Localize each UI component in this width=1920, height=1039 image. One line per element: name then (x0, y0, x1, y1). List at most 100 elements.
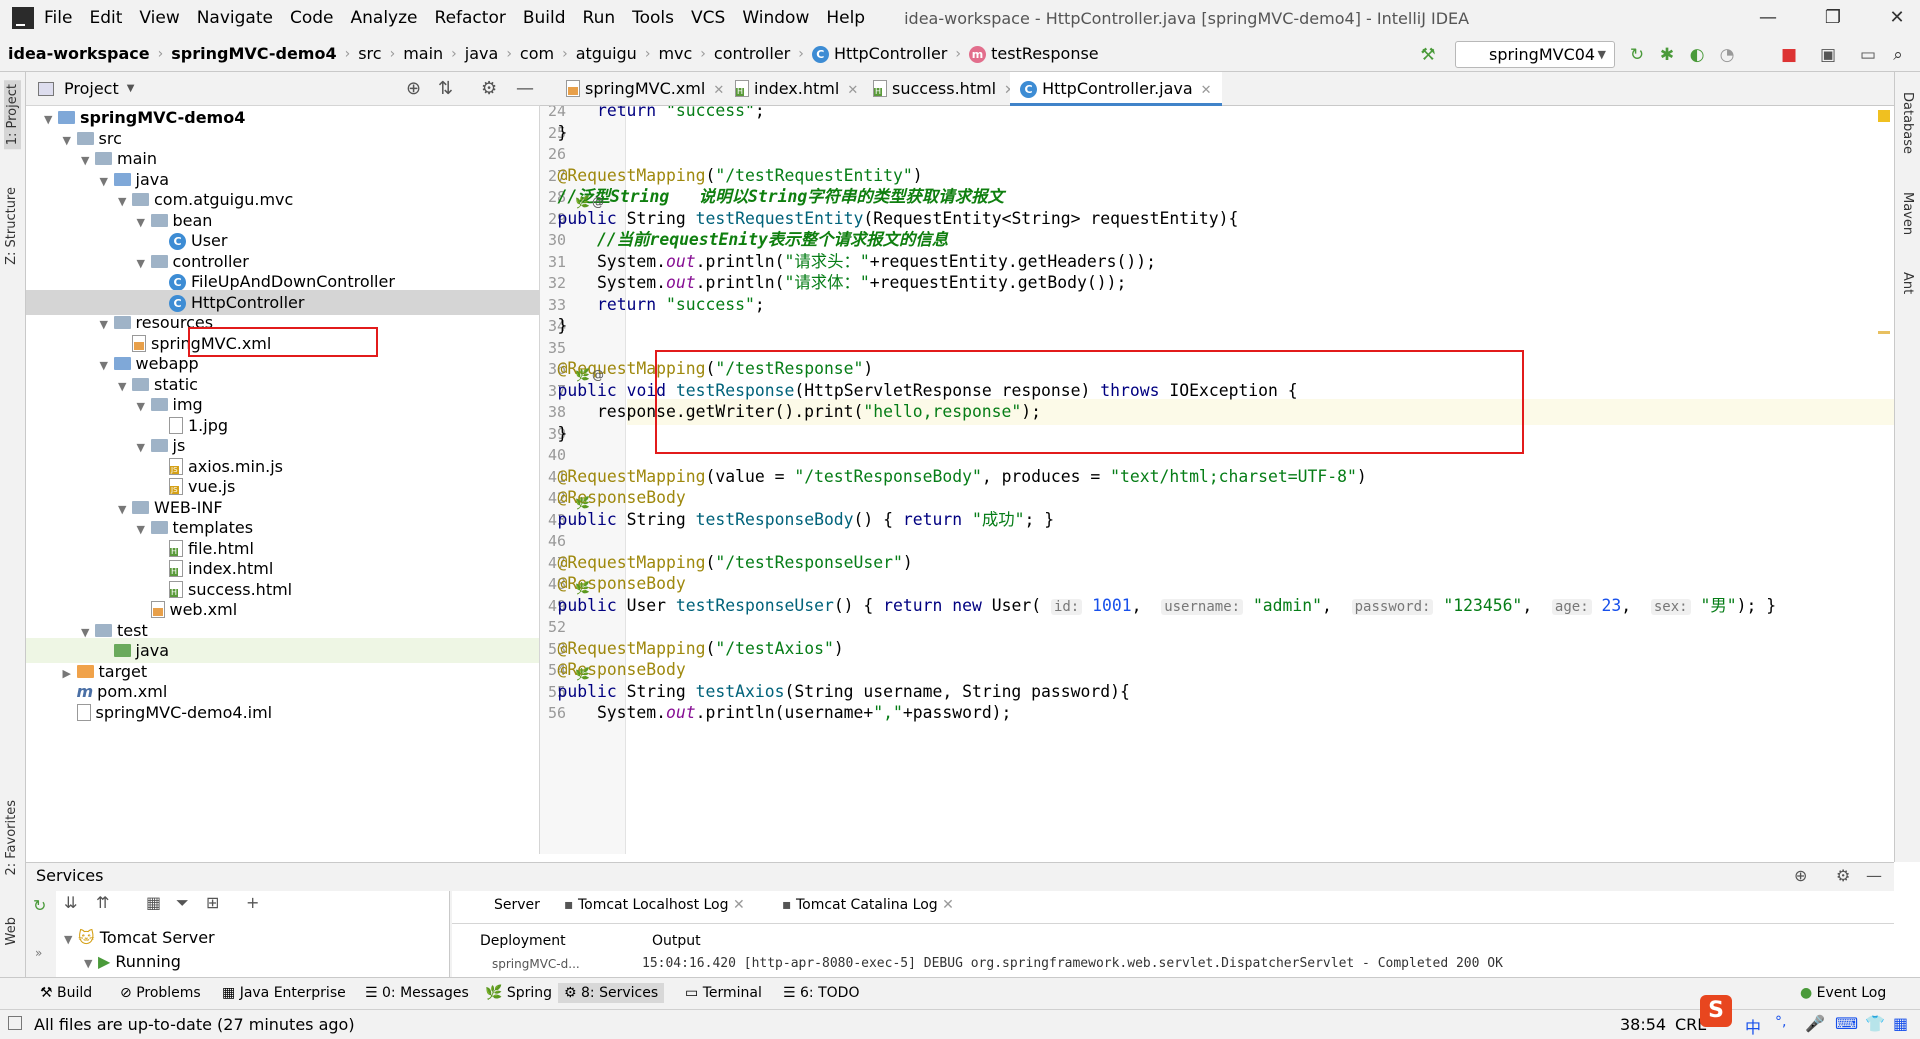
toolbox-icon[interactable]: ▦ (1893, 1014, 1908, 1033)
breadcrumb-item[interactable]: controller (714, 44, 790, 63)
breadcrumb-item[interactable]: src (358, 44, 381, 63)
rerun-icon[interactable]: ↻ (1627, 45, 1647, 65)
maximize-icon[interactable]: ❐ (1810, 0, 1856, 36)
spring-bean-gutter-icon[interactable]: 🌿 (575, 581, 590, 595)
breadcrumb-item[interactable]: com (520, 44, 554, 63)
filter-icon[interactable]: ⏷ (176, 893, 189, 913)
sogou-ime-logo-icon[interactable]: S (1700, 995, 1732, 1027)
tab-tomcat-localhost-log[interactable]: ▪ Tomcat Localhost Log ✕ (564, 897, 745, 913)
menu-build[interactable]: Build (523, 8, 566, 28)
tab-tomcat-catalina-log[interactable]: ▪ Tomcat Catalina Log ✕ (782, 897, 954, 913)
coverage-icon[interactable]: ◐ (1687, 45, 1707, 65)
gear-icon[interactable]: ⚙ (481, 78, 497, 99)
tab-success-html[interactable]: success.html✕ (863, 72, 1015, 106)
debug-icon[interactable]: ✱ (1657, 45, 1677, 65)
keyboard-icon[interactable]: ⌨ (1835, 1014, 1858, 1033)
status-toggle-icon[interactable] (8, 1016, 22, 1030)
caret-position[interactable]: 38:54 (1620, 1015, 1666, 1034)
layout-icon[interactable]: ▭ (1858, 45, 1878, 65)
build-hammer-icon[interactable]: ⚒ (1418, 45, 1438, 65)
menu-help[interactable]: Help (826, 8, 865, 28)
spring-bean-gutter-icon[interactable]: 🌿 (575, 368, 590, 382)
tab-index-html[interactable]: index.html ✕ (725, 72, 858, 106)
breadcrumb-item[interactable]: springMVC-demo4 (171, 44, 336, 63)
run-config-select[interactable]: springMVC04 ▼ (1455, 41, 1615, 68)
code-line[interactable]: System.out.println(username+","+password… (540, 700, 1012, 726)
deployment-item[interactable]: springMVC-d... (492, 957, 580, 971)
collapse-all-icon[interactable]: ⇅ (438, 78, 453, 99)
globe-icon[interactable]: ⊕ (1794, 863, 1807, 889)
tree-item[interactable]: springMVC-demo4.iml (26, 700, 539, 725)
menu-navigate[interactable]: Navigate (197, 8, 273, 28)
tool-services[interactable]: ⚙ 8: Services (558, 983, 665, 1003)
chevron-down-icon[interactable]: ▼ (127, 83, 135, 94)
tool-tab-ant[interactable]: Ant (1900, 272, 1915, 294)
new-tab-icon[interactable]: ⊞ (206, 893, 219, 912)
tool-terminal[interactable]: ▭ Terminal (685, 985, 762, 1001)
breadcrumb-item[interactable]: idea-workspace (8, 44, 150, 63)
code-line[interactable]: return "success"; (540, 106, 765, 124)
tool-messages[interactable]: ☰ 0: Messages (365, 985, 469, 1001)
ime-mode[interactable]: 中 (1745, 1014, 1761, 1038)
locate-icon[interactable]: ⊕ (406, 78, 421, 99)
tool-spring[interactable]: 🌿 Spring (485, 985, 552, 1001)
menu-view[interactable]: View (139, 8, 179, 28)
gear-icon[interactable]: ⚙ (1836, 863, 1850, 889)
search-icon[interactable]: ⌕ (1888, 45, 1908, 65)
close-tab-icon[interactable]: ✕ (942, 897, 954, 913)
close-tab-icon[interactable]: ✕ (713, 83, 724, 98)
breadcrumb-item-method[interactable]: m testResponse (968, 44, 1099, 63)
menu-tools[interactable]: Tools (632, 8, 674, 28)
skin-icon[interactable]: 👕 (1865, 1014, 1885, 1033)
project-view-label[interactable]: Project (64, 79, 119, 98)
close-icon[interactable]: ✕ (1874, 0, 1920, 36)
add-icon[interactable]: + (246, 893, 259, 912)
tool-java-enterprise[interactable]: ▦ Java Enterprise (222, 985, 346, 1001)
menu-run[interactable]: Run (583, 8, 616, 28)
tool-event-log[interactable]: ● Event Log (1800, 985, 1886, 1001)
tree-item-tomcat-server[interactable]: ▼ 🐱 Tomcat Server (64, 925, 215, 950)
close-tab-icon[interactable]: ✕ (847, 83, 858, 98)
code-editor[interactable]: 24 25 26 27 28 29 30 31 32 33 34 35 36 37 38 39 40 41 42 43… (540, 106, 1894, 854)
stop-icon[interactable]: ■ (1779, 45, 1799, 65)
expand-all-icon[interactable]: ⇊ (64, 893, 77, 912)
tab-springmvc-xml[interactable]: springMVC.xml ✕ (548, 72, 724, 106)
code-line[interactable]: } (540, 120, 567, 146)
hide-panel-icon[interactable]: — (516, 78, 534, 99)
code-line[interactable]: return "success"; (540, 292, 765, 318)
menu-vcs[interactable]: VCS (691, 8, 725, 28)
code-line[interactable]: } (540, 313, 567, 339)
breadcrumb-item[interactable]: mvc (658, 44, 692, 63)
tool-tab-database[interactable]: Database (1900, 92, 1915, 154)
breadcrumb-item[interactable]: java (465, 44, 499, 63)
spring-bean-gutter-icon[interactable]: 🌿 (575, 496, 590, 510)
hide-panel-icon[interactable]: — (1866, 863, 1882, 889)
minimize-icon[interactable]: — (1745, 0, 1791, 36)
tool-tab-favorites[interactable]: 2: Favorites (4, 800, 19, 876)
code-line[interactable]: public String testResponseBody() { retur… (540, 507, 1054, 533)
spring-bean-gutter-icon[interactable]: 🌿 (575, 667, 590, 681)
menu-file[interactable]: File (44, 8, 72, 28)
tree-item-running[interactable]: ▼ ▶ Running (84, 949, 181, 974)
profile-icon[interactable]: ◔ (1717, 45, 1737, 65)
menu-analyze[interactable]: Analyze (351, 8, 418, 28)
more-icon[interactable]: » (35, 946, 42, 960)
tool-tab-project[interactable]: 1: Project (4, 80, 21, 150)
tool-problems[interactable]: ⊘ Problems (120, 985, 201, 1001)
refresh-icon[interactable]: ↻ (33, 896, 46, 915)
at-gutter-icon[interactable]: @ (592, 195, 604, 209)
close-tab-icon[interactable]: ✕ (733, 897, 745, 913)
spring-bean-gutter-icon[interactable]: 🌿 (575, 195, 590, 209)
collapse-all-icon[interactable]: ⇈ (96, 893, 109, 912)
tool-tab-structure[interactable]: Z: Structure (4, 187, 19, 265)
code-line[interactable]: public User testResponseUser() { return … (540, 593, 1776, 619)
tab-server[interactable]: Server (494, 897, 540, 913)
at-gutter-icon[interactable]: @ (592, 368, 604, 382)
menu-code[interactable]: Code (290, 8, 334, 28)
tool-tab-web[interactable]: Web (4, 917, 19, 945)
breadcrumb-item-class[interactable]: C HttpController (811, 44, 947, 63)
ime-punctuation-icon[interactable]: °, (1775, 1014, 1786, 1030)
tool-build[interactable]: ⚒ Build (40, 985, 92, 1001)
close-tab-icon[interactable]: ✕ (1201, 83, 1212, 98)
warning-marker-icon[interactable] (1878, 110, 1890, 122)
